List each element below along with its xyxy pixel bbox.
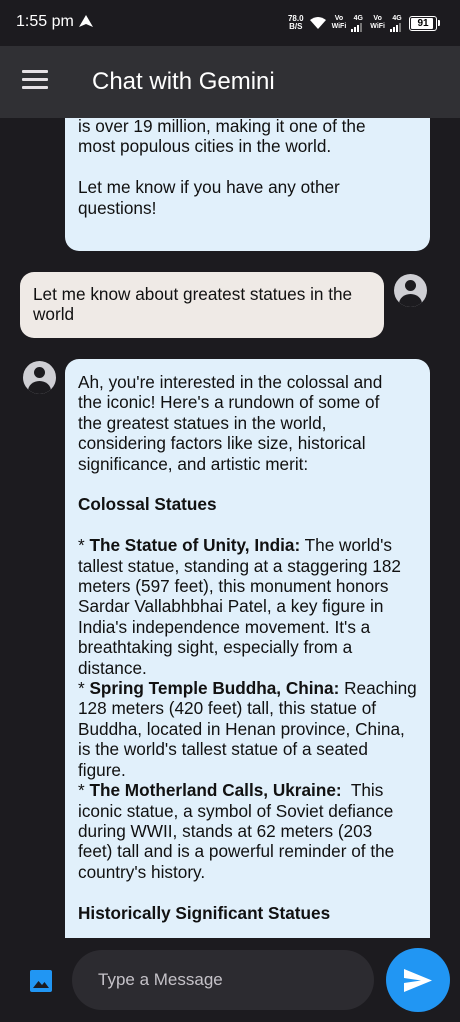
list-item-first-line: * Spring Temple Buddha, China: Reaching [78, 678, 418, 698]
sim1-network-type: 4G [353, 14, 363, 22]
sim1-volte-bottom: WiFi [331, 23, 347, 30]
message-line: meters (597 feet), this monument honors [78, 576, 389, 597]
message-line: considering factors like size, historica… [78, 433, 366, 454]
sim2-network-type: 4G [392, 14, 402, 22]
bot-message-bubble: Ah, you're interested in the colossal an… [65, 359, 430, 938]
image-icon[interactable] [29, 969, 53, 993]
message-line: Let me know about greatest statues in th… [33, 284, 353, 304]
app-bar: Chat with Gemini [0, 46, 460, 118]
send-icon [404, 969, 432, 992]
section-heading: Historically Significant Statues [78, 902, 331, 923]
sim1-volte-top: Vo [334, 15, 344, 22]
app-title: Chat with Gemini [92, 68, 275, 95]
status-time: 1:55 pm [16, 13, 74, 30]
list-bullet: * [78, 535, 90, 556]
sim2-volte-label: Vo WiFi [370, 15, 385, 31]
message-line: is over 19 million, making it one of the [78, 118, 366, 136]
hamburger-menu-icon[interactable] [22, 70, 48, 92]
message-line: country's history. [78, 861, 206, 882]
message-text: Reaching [339, 678, 417, 699]
statue-name: Spring Temple Buddha, China: [89, 678, 340, 699]
message-line: is the world's tallest statue of a seate… [78, 739, 368, 760]
bot-avatar-icon [23, 361, 56, 394]
send-button[interactable] [386, 948, 450, 1012]
navigation-arrow-icon [79, 15, 93, 27]
message-input[interactable] [72, 950, 374, 1010]
sim2-volte-top: Vo [373, 15, 382, 22]
battery-icon: 91 [409, 15, 437, 31]
sim1-signal: 4G [351, 15, 365, 32]
message-line: Let me know if you have any other [78, 177, 340, 198]
message-composer [0, 938, 460, 1022]
message-line: 128 meters (420 feet) tall, this statue … [78, 698, 377, 719]
user-message-bubble: Let me know about greatest statues in th… [20, 272, 384, 338]
statue-name: The Motherland Calls, Ukraine: [89, 780, 342, 801]
message-line: figure. [78, 759, 126, 780]
list-bullet: * [78, 678, 90, 699]
sim2-signal-icon [390, 22, 401, 32]
message-line: Ah, you're interested in the colossal an… [78, 372, 383, 392]
message-line: questions! [78, 197, 157, 218]
sim2-volte-bottom: WiFi [370, 23, 385, 30]
message-line: Buddha, located in Henan province, China… [78, 718, 405, 739]
sim1-volte-label: Vo WiFi [332, 15, 347, 31]
message-line: distance. [78, 657, 147, 678]
network-speed-unit: B/S [289, 22, 303, 31]
chat-message-list[interactable]: is over 19 million, making it one of the… [0, 118, 460, 938]
battery-percent: 91 [417, 17, 429, 29]
message-line: most populous cities in the world. [78, 136, 332, 157]
list-item-first-line: * The Statue of Unity, India: The world'… [78, 535, 418, 555]
message-line: feet) tall and is a powerful reminder of… [78, 841, 395, 862]
section-heading: Colossal Statues [78, 494, 217, 515]
sim1-signal-icon [351, 22, 363, 32]
message-line: India's independence movement. It's a [78, 616, 371, 637]
message-text: The world's [300, 535, 392, 556]
message-line: iconic statue, a symbol of Soviet defian… [78, 800, 394, 821]
message-line: the iconic! Here's a rundown of some of [78, 392, 380, 413]
sim2-signal: 4G [390, 15, 404, 32]
status-indicators: 78.0 B/S Vo WiFi 4G Vo WiFi 4G 91 [288, 12, 440, 34]
list-item-first-line: * The Motherland Calls, Ukraine: This [78, 780, 418, 800]
list-bullet: * [78, 780, 90, 801]
user-avatar-icon [394, 274, 427, 307]
statue-name: The Statue of Unity, India: [89, 535, 301, 556]
network-speed: 78.0 B/S [288, 15, 304, 31]
message-line: world [33, 304, 75, 325]
message-text: This [341, 780, 384, 801]
battery-tip [438, 20, 440, 26]
message-line: tallest statue, standing at a staggering… [78, 555, 401, 576]
wifi-icon [309, 17, 326, 29]
message-line: Sardar Vallabhbhai Patel, a key figure i… [78, 596, 384, 617]
bot-message-bubble: is over 19 million, making it one of the… [65, 118, 430, 251]
message-line: breathtaking sight, especially from a [78, 637, 353, 658]
message-line: significance, and artistic merit: [78, 453, 309, 474]
message-line: the greatest statues in the world, [78, 412, 327, 433]
message-line: during WWII, stands at 62 meters (203 [78, 820, 373, 841]
status-bar: 1:55 pm 78.0 B/S Vo WiFi 4G Vo WiFi 4G 9… [0, 0, 460, 46]
